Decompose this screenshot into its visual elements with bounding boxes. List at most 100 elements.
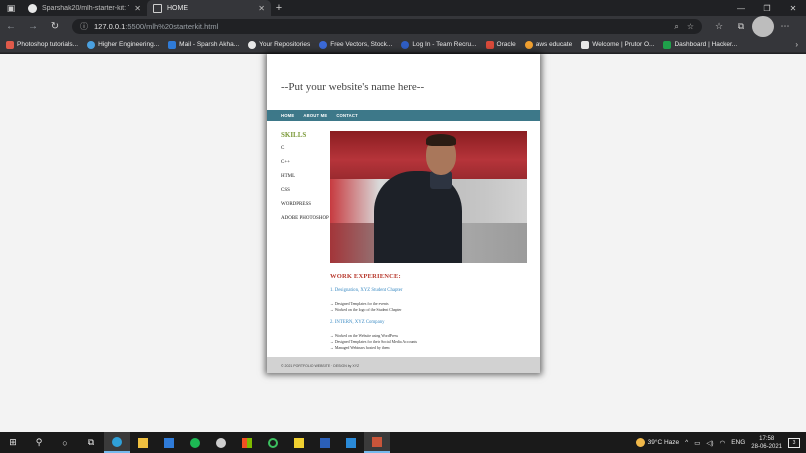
start-button[interactable]: ⊞: [0, 432, 26, 453]
duty-item: → Worked on the logo of the Student Chap…: [330, 308, 402, 312]
taskbar-vscode[interactable]: [338, 432, 364, 453]
site-body: SKILLS C C++ HTML CSS WORDPRESS ADOBE PH…: [267, 121, 540, 357]
site-header: --Put your website's name here--: [267, 54, 540, 110]
bookmark-item[interactable]: Welcome | Prutor O...: [581, 40, 654, 49]
bookmark-item[interactable]: Mail - Sparsh Akha...: [168, 40, 239, 49]
weather-widget[interactable]: 39°C Haze: [635, 438, 679, 447]
wifi-icon[interactable]: ◠: [720, 439, 726, 447]
job-title: 1. Designation, XYZ Student Chapter: [330, 288, 403, 293]
windows-taskbar: ⊞ ⚲ ○ ⧉ 39°C Haze ^ ▭ ◁) ◠ ENG 17:58 28-…: [0, 432, 806, 453]
back-button[interactable]: ←: [0, 16, 22, 37]
windows-icon: ⊞: [9, 437, 17, 447]
main-content: WORK EXPERIENCE: 1. Designation, XYZ Stu…: [330, 131, 527, 358]
nav-contact-link[interactable]: CONTACT: [336, 113, 358, 118]
job-title: 2. INTERN, XYZ Company: [330, 320, 385, 325]
taskbar-edge[interactable]: [104, 432, 130, 453]
search-button[interactable]: ⚲: [26, 432, 52, 453]
browser-toolbar: ← → ↻ ⓘ 127.0.0.1 :5500/mlh%20starterkit…: [0, 16, 806, 37]
bookmark-favicon-icon: [524, 40, 533, 49]
work-experience-title: WORK EXPERIENCE:: [330, 273, 401, 280]
collections-icon[interactable]: ⧉: [730, 16, 752, 37]
app-icon: [372, 436, 382, 447]
bookmark-item[interactable]: Photoshop tutorials...: [6, 40, 78, 49]
mail-icon: [164, 437, 174, 448]
chevron-up-icon[interactable]: ^: [685, 439, 688, 446]
bookmark-favicon-icon: [6, 40, 14, 49]
cortana-button[interactable]: ○: [52, 432, 78, 453]
url-host: 127.0.0.1: [94, 22, 126, 31]
bookmark-item[interactable]: aws educate: [524, 40, 572, 49]
forward-button[interactable]: →: [22, 16, 44, 37]
bookmark-favicon-icon: [581, 40, 590, 49]
nav-about-link[interactable]: ABOUT ME: [303, 113, 327, 118]
new-tab-button[interactable]: +: [271, 0, 287, 16]
task-view-button[interactable]: ⧉: [78, 432, 104, 453]
notification-icon[interactable]: 3: [788, 437, 800, 448]
taskbar-mail[interactable]: [156, 432, 182, 453]
minimize-icon[interactable]: —: [728, 0, 754, 16]
skills-sidebar: SKILLS C C++ HTML CSS WORDPRESS ADOBE PH…: [281, 131, 331, 230]
close-icon[interactable]: ✕: [258, 4, 265, 13]
bookmark-item[interactable]: Oracle: [485, 40, 516, 49]
network-icon[interactable]: ▭: [694, 439, 700, 447]
language-indicator[interactable]: ENG: [731, 439, 745, 446]
bookmark-favicon-icon: [87, 40, 96, 49]
tab-home[interactable]: HOME ✕: [147, 0, 271, 16]
info-icon[interactable]: ⓘ: [80, 21, 88, 32]
bookmark-item[interactable]: Higher Engineering...: [87, 40, 159, 49]
job-duties: → Worked on the Website using WordPress …: [330, 333, 527, 351]
bookmark-favicon-icon: [319, 40, 328, 49]
tab-title: Sparshak20/mlh-starter-kit: This: [42, 4, 129, 12]
close-icon[interactable]: ✕: [134, 4, 141, 13]
clock[interactable]: 17:58 28-06-2021: [751, 435, 782, 451]
nav-home-link[interactable]: HOME: [281, 113, 294, 118]
page-icon: [153, 3, 162, 13]
site-nav: HOME ABOUT ME CONTACT: [267, 110, 540, 121]
spotify-icon: [190, 437, 200, 448]
bookmark-favicon-icon: [401, 40, 410, 49]
edge-icon: [112, 436, 122, 447]
close-window-icon[interactable]: ✕: [780, 0, 806, 16]
taskbar-store[interactable]: [234, 432, 260, 453]
clock-time: 17:58: [759, 435, 775, 442]
cortana-icon: ○: [62, 437, 68, 448]
reload-button[interactable]: ↻: [44, 16, 66, 37]
sun-icon: [635, 438, 645, 447]
job-duties: → Designed Templates for the events → Wo…: [330, 301, 527, 313]
ring-icon: [268, 437, 278, 448]
address-bar[interactable]: ⓘ 127.0.0.1 :5500/mlh%20starterkit.html …: [72, 19, 702, 34]
reading-list-icon[interactable]: ☆: [708, 16, 730, 37]
zoom-icon[interactable]: ⌕: [674, 22, 678, 32]
volume-icon[interactable]: ◁): [706, 439, 713, 447]
bookmark-favicon-icon: [663, 40, 672, 49]
bookmark-item[interactable]: Your Repositories: [248, 40, 310, 49]
profile-avatar[interactable]: [752, 16, 774, 37]
skill-item: HTML: [281, 174, 296, 179]
taskbar-explorer[interactable]: [130, 432, 156, 453]
tab-strip: ▣ Sparshak20/mlh-starter-kit: This ✕ HOM…: [0, 0, 806, 16]
taskbar-app-green[interactable]: [260, 432, 286, 453]
word-icon: [320, 437, 330, 448]
taskbar-spotify[interactable]: [182, 432, 208, 453]
chevron-right-icon[interactable]: ›: [795, 40, 798, 49]
skill-item: ADOBE PHOTOSHOP: [281, 216, 329, 221]
avatar: [752, 16, 774, 37]
bookmark-item[interactable]: Dashboard | Hacker...: [663, 40, 737, 49]
bookmark-item[interactable]: Log In - Team Recru...: [401, 40, 477, 49]
taskbar-obs[interactable]: [208, 432, 234, 453]
tab-github[interactable]: Sparshak20/mlh-starter-kit: This ✕: [22, 0, 147, 16]
tab-actions-icon[interactable]: ▣: [0, 0, 22, 16]
taskbar-word[interactable]: [312, 432, 338, 453]
github-icon: [28, 3, 37, 13]
bookmark-star-icon[interactable]: ☆: [687, 22, 694, 32]
skill-item: C: [281, 146, 285, 151]
site-name: --Put your website's name here--: [281, 81, 425, 93]
restore-icon[interactable]: ❐: [754, 0, 780, 16]
taskbar-sticky-notes[interactable]: [286, 432, 312, 453]
bookmark-item[interactable]: Free Vectors, Stock...: [319, 40, 392, 49]
portfolio-site: --Put your website's name here-- HOME AB…: [267, 54, 540, 373]
tab-title: HOME: [167, 4, 188, 12]
taskbar-app-active[interactable]: [364, 432, 390, 453]
menu-icon[interactable]: ⋯: [774, 16, 796, 37]
site-footer: © 2021 PORTFOLIO WEBSITE · DESIGN by XYZ: [267, 357, 540, 373]
